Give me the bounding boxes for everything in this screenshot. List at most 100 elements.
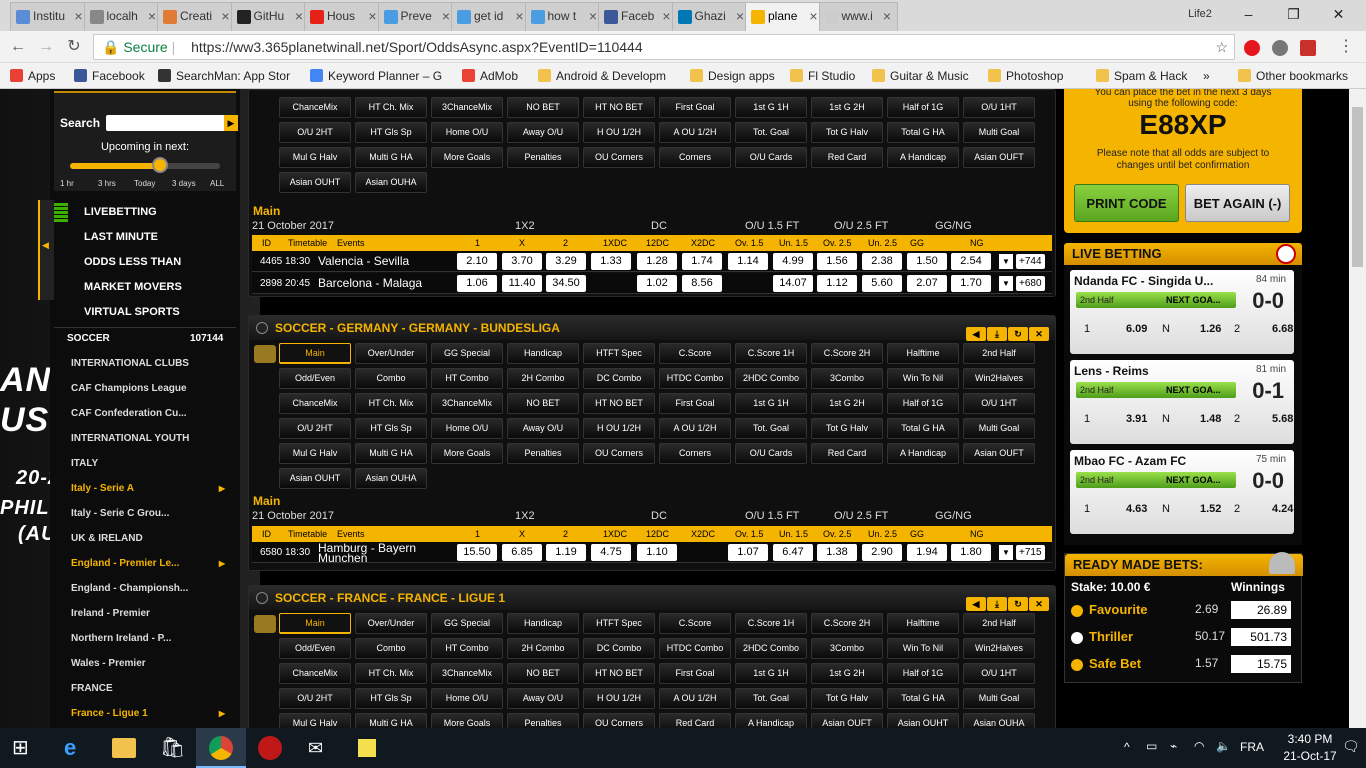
market-tab[interactable]: 2HDC Combo [735, 368, 807, 389]
market-tab[interactable]: GG Special [431, 613, 503, 634]
sidebar-league-item[interactable]: Italy - Serie C Grou... [71, 501, 231, 526]
odds-button[interactable]: 4.75 [591, 544, 631, 561]
odds-button[interactable]: 15.50 [457, 544, 497, 561]
odds-button[interactable]: 1.14 [728, 253, 768, 270]
market-tab[interactable]: 3ChanceMix [431, 663, 503, 684]
market-tab[interactable]: O/U Cards [735, 443, 807, 464]
close-window-button[interactable]: ✕ [1316, 0, 1361, 31]
market-tab[interactable]: Handicap [507, 343, 579, 364]
market-tab[interactable]: Tot G Halv [811, 688, 883, 709]
download-icon[interactable]: ⤓ [987, 597, 1007, 611]
dropdown-icon[interactable]: ▼ [999, 254, 1013, 269]
sidebar-menu-item[interactable]: LAST MINUTE [84, 225, 158, 249]
odds-button[interactable]: 1.19 [546, 544, 586, 561]
close-tab-icon[interactable]: × [74, 3, 82, 30]
market-tab[interactable]: Total G HA [887, 122, 959, 143]
tray-chevron-icon[interactable]: ^ [1124, 740, 1130, 754]
market-tab[interactable]: Home O/U [431, 688, 503, 709]
sidebar-league-item[interactable]: INTERNATIONAL CLUBS [71, 351, 231, 376]
close-tab-icon[interactable]: × [442, 3, 450, 30]
windows-start-icon[interactable]: ⊞ [12, 736, 36, 760]
store-icon[interactable]: 🛍 [160, 736, 185, 760]
odds-button[interactable]: 1.38 [817, 544, 857, 561]
market-tab[interactable]: H OU 1/2H [583, 688, 655, 709]
market-tab[interactable]: Home O/U [431, 418, 503, 439]
market-tab[interactable]: Asian OUFT [963, 443, 1035, 464]
sidebar-menu-item[interactable]: MARKET MOVERS [84, 275, 182, 299]
bet-again-button[interactable]: BET AGAIN (-) [1185, 184, 1290, 222]
slider-tick[interactable]: 3 hrs [98, 179, 116, 188]
bookmark-item[interactable]: Apps [10, 67, 55, 85]
market-tab[interactable]: H OU 1/2H [583, 418, 655, 439]
search-go-icon[interactable]: ▶ [224, 115, 238, 131]
market-tab[interactable]: Penalties [507, 147, 579, 168]
odds-button[interactable]: 1.94 [907, 544, 947, 561]
market-tab[interactable]: 1st G 2H [811, 393, 883, 414]
collapse-handle[interactable]: ◀ [38, 200, 54, 300]
sidebar-league-item[interactable]: CAF Confederation Cu... [71, 401, 231, 426]
slider-tick[interactable]: ALL [210, 179, 224, 188]
odds-button[interactable]: 5.60 [862, 275, 902, 292]
bookmark-item[interactable]: » [1203, 67, 1210, 85]
browser-tab[interactable]: GitHu × [230, 2, 310, 31]
sidebar-menu-item[interactable]: VIRTUAL SPORTS [84, 300, 180, 324]
market-tab[interactable]: Win To Nil [887, 638, 959, 659]
market-tab[interactable]: O/U 2HT [279, 688, 351, 709]
sidebar-league-item[interactable]: CAF Champions League [71, 376, 231, 401]
market-tab[interactable]: Main [279, 343, 351, 364]
market-tab[interactable]: HT Combo [431, 368, 503, 389]
market-tab[interactable]: Main [279, 613, 351, 634]
market-tab[interactable]: ChanceMix [279, 663, 351, 684]
notifications-icon[interactable]: 🗨 [1342, 738, 1360, 755]
market-tab[interactable]: Half of 1G [887, 393, 959, 414]
more-markets-button[interactable]: +744 [1016, 254, 1045, 269]
market-tab[interactable]: 1st G 2H [811, 663, 883, 684]
market-tab[interactable]: Odd/Even [279, 638, 351, 659]
odds-button[interactable]: 1.07 [728, 544, 768, 561]
odds-button[interactable]: 1.10 [637, 544, 677, 561]
market-tab[interactable]: Away O/U [507, 418, 579, 439]
back-button[interactable]: ← [6, 36, 30, 58]
market-tab[interactable]: 1st G 2H [811, 97, 883, 118]
live-odd[interactable]: 3.91 [1126, 410, 1147, 428]
odds-button[interactable]: 2.54 [951, 253, 991, 270]
browser-tab[interactable]: Ghazi × [671, 2, 751, 31]
league-header[interactable]: SOCCER - FRANCE - FRANCE - LIGUE 1 ◀ ⤓ ↻ ✕ [249, 586, 1055, 611]
bookmark-star-icon[interactable]: ☆ [1215, 35, 1228, 59]
dropdown-icon[interactable]: ▼ [999, 276, 1013, 291]
market-tab[interactable]: NO BET [507, 97, 579, 118]
odds-button[interactable]: 2.10 [457, 253, 497, 270]
live-next-goal[interactable]: NEXT GOA... [1166, 292, 1221, 308]
market-tab[interactable]: HT NO BET [583, 97, 655, 118]
odds-button[interactable]: 1.02 [637, 275, 677, 292]
market-tab[interactable]: HTFT Spec [583, 613, 655, 634]
odds-button[interactable]: 3.29 [546, 253, 586, 270]
market-tab[interactable]: More Goals [431, 147, 503, 168]
browser-tab[interactable]: Creati × [157, 2, 237, 31]
browser-tab[interactable]: www.i × [818, 2, 898, 31]
market-tab[interactable]: First Goal [659, 663, 731, 684]
sidebar-league-item[interactable]: Wales - Premier [71, 651, 231, 676]
market-tab[interactable]: Multi Goal [963, 122, 1035, 143]
sidebar-league-item[interactable]: England - Championsh... [71, 576, 231, 601]
slider-tick[interactable]: Today [134, 179, 155, 188]
markets-toggle[interactable] [254, 615, 276, 633]
live-next-goal[interactable]: NEXT GOA... [1166, 382, 1221, 398]
market-tab[interactable]: Halftime [887, 613, 959, 634]
sidebar-league-item[interactable]: ITALY [71, 451, 231, 476]
minimize-button[interactable]: – [1226, 0, 1271, 31]
clock-time[interactable]: 3:40 PM [1286, 732, 1334, 746]
market-tab[interactable]: 2H Combo [507, 368, 579, 389]
address-bar[interactable]: 🔒 Secure | https://ww3.365planetwinall.n… [93, 34, 1235, 60]
event-row[interactable]: 6580 18:30 Hamburg - Bayern Munchen 15.50 6.… [252, 542, 1052, 564]
refresh-icon[interactable]: ↻ [1008, 327, 1028, 341]
market-tab[interactable]: Combo [355, 638, 427, 659]
live-next-goal[interactable]: NEXT GOA... [1166, 472, 1221, 488]
bookmark-item[interactable]: Fl Studio [790, 67, 855, 85]
ready-bet-row[interactable]: Thriller 50.17 501.73 [1071, 628, 1297, 649]
live-odd[interactable]: 1.52 [1200, 500, 1221, 518]
market-tab[interactable]: Tot. Goal [735, 418, 807, 439]
scrollbar-thumb[interactable] [1352, 107, 1363, 267]
market-tab[interactable]: Asian OUHT [887, 713, 959, 728]
odds-button[interactable]: 1.74 [682, 253, 722, 270]
